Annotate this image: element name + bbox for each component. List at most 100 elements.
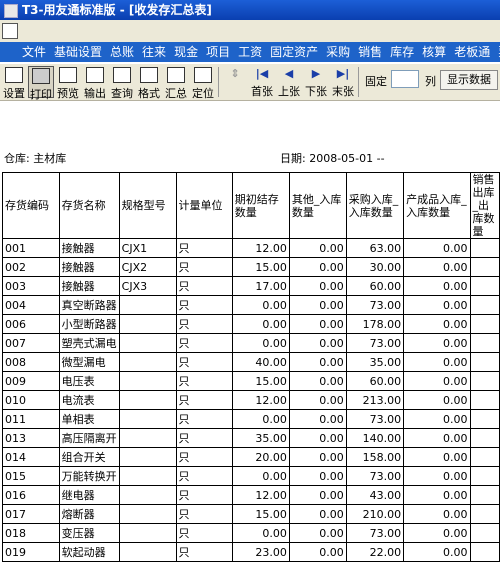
table-cell: 20.00 [231,447,290,467]
column-header[interactable]: 计量单位 [175,172,233,239]
table-cell: 0.00 [288,352,347,372]
nav-button[interactable]: |◀ 首张 [249,66,275,98]
table-cell: 158.00 [345,447,405,467]
table-cell: 0.00 [288,257,347,277]
table-row[interactable]: 007 塑壳式漏电只 0.00 0.00 73.00 0.00 [2,333,500,353]
menu-item[interactable]: 核算 [418,42,450,62]
menu-item[interactable]: 采购 [322,42,354,62]
table-cell: 17.00 [231,276,290,296]
menu-item[interactable]: 工资 [234,42,266,62]
menu-item[interactable]: 项目 [202,42,234,62]
toolbar-button[interactable]: 格式 [136,66,162,100]
column-header[interactable]: 采购入库_入库数量 [345,172,405,239]
table-cell: 0.00 [403,238,471,258]
toolbar-button[interactable]: 打印 [28,66,54,100]
column-header[interactable]: 规格型号 [118,172,177,239]
table-cell: 0.00 [403,352,471,372]
table-row[interactable]: 003 接触器 CJX3 只 17.00 0.00 60.00 0.00 [2,276,500,296]
toolbar-button[interactable]: 输出 [82,66,108,100]
table-cell: CJX3 [118,276,177,296]
table-row[interactable]: 013 高压隔离开只 35.00 0.00 140.00 0.00 [2,428,500,448]
menu-item[interactable]: 往来 [138,42,170,62]
table-row[interactable]: 006 小型断路器只 0.00 0.00 178.00 0.00 [2,314,500,334]
toolbar-button[interactable]: 设置 [1,66,27,100]
menu-item[interactable]: 总账 [106,42,138,62]
table-cell: 0.00 [231,333,290,353]
settings-icon [5,67,23,83]
table-cell: 0.00 [403,390,471,410]
fix-column-input[interactable] [391,70,419,88]
toolbar-button[interactable]: 汇总 [163,66,189,100]
column-header[interactable]: 期初结存数量 [231,172,290,239]
table-row[interactable]: 008 微型漏电只 40.00 0.00 35.00 0.00 [2,352,500,372]
table-cell: 007 [2,333,60,353]
table-row[interactable]: 017 熔断器只 15.00 0.00 210.00 0.00 [2,504,500,524]
table-cell: 35.00 [345,352,405,372]
table-cell: 只 [175,466,233,486]
table-header-row: 存货编码 存货名称 规格型号 计量单位 期初结存数量 其他_入库数量 采购入库_入库数量 产成… [2,172,500,239]
table-cell: 0.00 [403,523,471,543]
table-cell: 0.00 [403,428,471,448]
menu-item[interactable]: 票据通 [494,42,500,62]
system-menu-icon[interactable] [2,23,18,39]
table-cell: 40.00 [231,352,290,372]
table-cell: 0.00 [403,485,471,505]
toolbar-button[interactable]: 查询 [109,66,135,100]
table-cell: 组合开关 [58,447,120,467]
table-row[interactable]: 016 继电器只 12.00 0.00 43.00 0.00 [2,485,500,505]
table-cell: 软起动器 [58,542,120,562]
table-cell [469,314,500,334]
table-row[interactable]: 004 真空断路器只 0.00 0.00 73.00 0.00 [2,295,500,315]
table-cell: 0.00 [231,523,290,543]
menu-item[interactable]: 固定资产 [266,42,322,62]
table-row[interactable]: 009 电压表只 15.00 0.00 60.00 0.00 [2,371,500,391]
menu-item[interactable]: 老板通 [450,42,494,62]
table-cell: 只 [175,352,233,372]
table-row[interactable]: 018 变压器只 0.00 0.00 73.00 0.00 [2,523,500,543]
column-header[interactable]: 产成品入库_入库数量 [403,172,471,239]
table-cell: 013 [2,428,60,448]
column-header[interactable]: 销售出库_出库数量 [469,172,500,239]
table-cell: 只 [175,504,233,524]
table-row[interactable]: 001 接触器 CJX1 只 12.00 0.00 63.00 0.00 [2,238,500,258]
table-row[interactable]: 014 组合开关只 20.00 0.00 158.00 0.00 [2,447,500,467]
table-cell: 008 [2,352,60,372]
table-cell: 继电器 [58,485,120,505]
menu-item[interactable]: 库存 [386,42,418,62]
table-cell: 23.00 [231,542,290,562]
table-cell: 15.00 [231,371,290,391]
menu-item[interactable]: 销售 [354,42,386,62]
menu-item[interactable]: 文件 [18,42,50,62]
summary-icon [167,67,185,83]
table-row[interactable]: 010 电流表只 12.00 0.00 213.00 0.00 [2,390,500,410]
table-cell: 0.00 [288,504,347,524]
table-cell: 0.00 [403,447,471,467]
table-cell: 002 [2,257,60,277]
table-row[interactable]: 019 软起动器只 23.00 0.00 22.00 0.00 [2,542,500,562]
table-cell: 塑壳式漏电 [58,333,120,353]
column-header[interactable]: 其他_入库数量 [288,172,347,239]
nav-button[interactable]: ◀ 上张 [276,66,302,98]
menu-item[interactable]: 基础设置 [50,42,106,62]
table-cell [118,447,177,467]
table-cell: 0.00 [288,523,347,543]
show-data-button[interactable]: 显示数据 [440,70,498,90]
title-bar: T3-用友通标准版 - [收发存汇总表] [0,0,500,20]
table-cell: 0.00 [403,542,471,562]
table-cell [469,333,500,353]
menu-item[interactable]: 现金 [170,42,202,62]
table-row[interactable]: 011 单相表只 0.00 0.00 73.00 0.00 [2,409,500,429]
table-cell [469,447,500,467]
table-cell: 0.00 [288,542,347,562]
table-cell [118,542,177,562]
table-row[interactable]: 015 万能转换开只 0.00 0.00 73.00 0.00 [2,466,500,486]
toolbar-button[interactable]: 定位 [190,66,216,100]
nav-button[interactable]: ▶ 下张 [303,66,329,98]
column-header[interactable]: 存货编码 [2,172,60,239]
nav-button[interactable]: ▶| 末张 [330,66,356,98]
toolbar-button[interactable]: 预览 [55,66,81,100]
warehouse-label: 仓库: 主材库 [4,152,67,165]
column-header[interactable]: 存货名称 [58,172,120,239]
nav-button-label: 下张 [305,85,327,98]
table-row[interactable]: 002 接触器 CJX2 只 15.00 0.00 30.00 0.00 [2,257,500,277]
